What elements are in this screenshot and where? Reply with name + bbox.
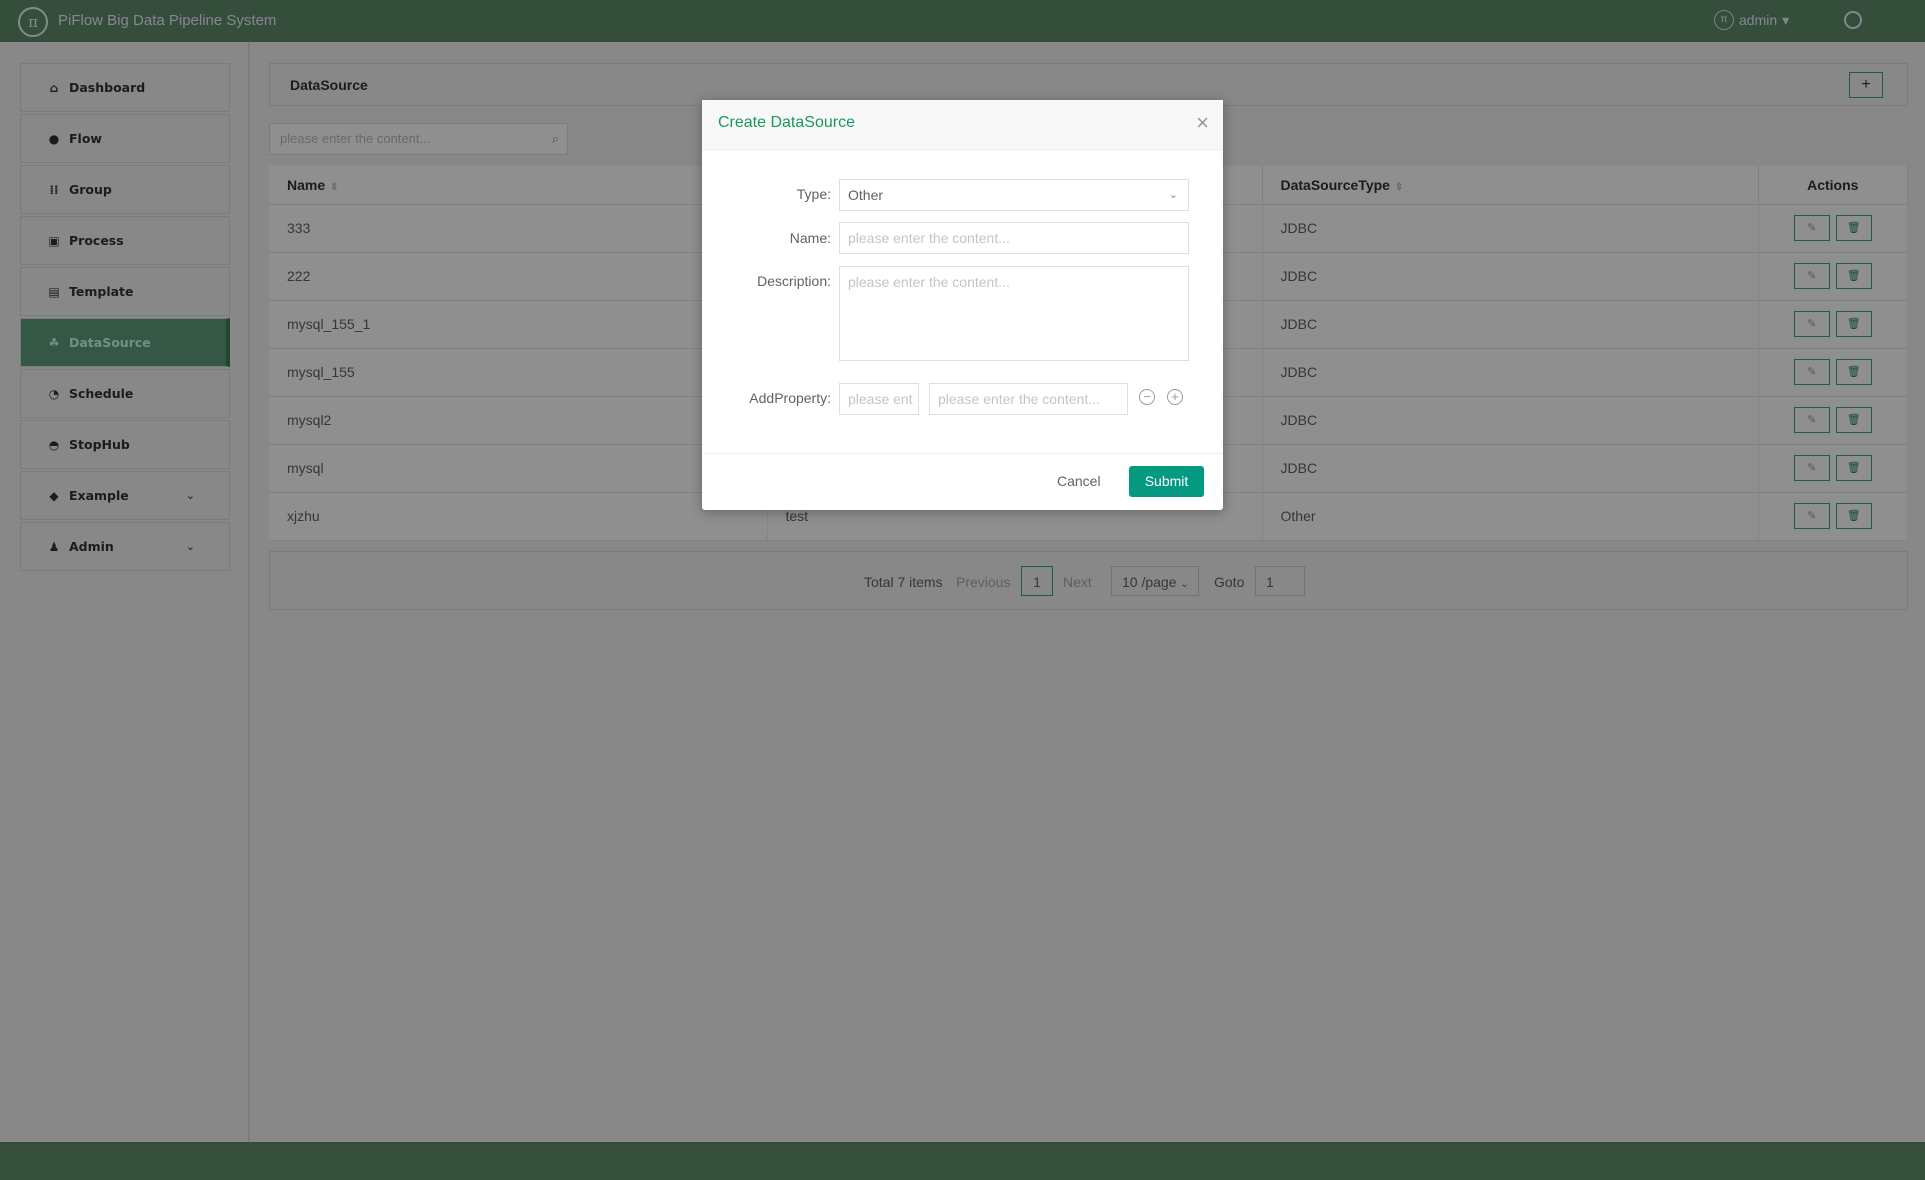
submit-button[interactable]: Submit [1129,466,1204,497]
name-input[interactable]: please enter the content... [839,222,1189,254]
description-label: Description: [757,273,831,289]
close-icon[interactable]: × [1196,112,1209,134]
add-property-label: AddProperty: [749,390,831,406]
add-property-icon[interactable]: + [1167,389,1183,405]
chevron-down-icon: ⌄ [1168,189,1178,201]
type-select[interactable]: Other ⌄ [839,179,1189,211]
description-textarea[interactable]: please enter the content... [839,266,1189,361]
create-datasource-dialog: Create DataSource × Type: Other ⌄ Name: p… [702,100,1223,510]
remove-property-icon[interactable]: − [1139,389,1155,405]
property-key-input[interactable]: please ent [839,383,919,415]
cancel-button[interactable]: Cancel [1057,473,1101,489]
dialog-footer-divider [702,453,1223,454]
property-value-input[interactable]: please enter the content... [929,383,1128,415]
dialog-title: Create DataSource [718,114,855,131]
type-label: Type: [796,186,831,202]
name-label: Name: [789,230,831,246]
